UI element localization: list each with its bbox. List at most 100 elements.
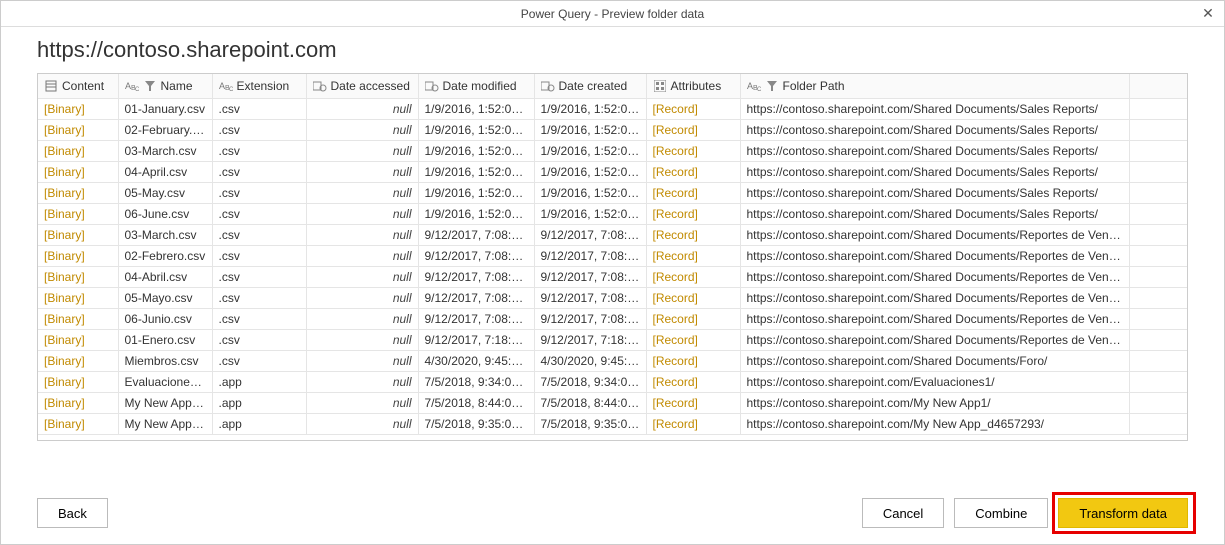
- table-row[interactable]: [Binary]03-March.csv.csvnull9/12/2017, 7…: [38, 224, 1187, 245]
- cell-folder-path: https://contoso.sharepoint.com/Shared Do…: [740, 329, 1129, 350]
- cell-date-modified: 9/12/2017, 7:08:00 AM: [418, 266, 534, 287]
- cell-content[interactable]: [Binary]: [38, 413, 118, 434]
- table-row[interactable]: [Binary]02-Febrero.csv.csvnull9/12/2017,…: [38, 245, 1187, 266]
- cell-attributes[interactable]: [Record]: [646, 119, 740, 140]
- cell-date-created: 1/9/2016, 1:52:00 PM: [534, 119, 646, 140]
- datetime-icon: [313, 79, 327, 93]
- table-row[interactable]: [Binary]05-May.csv.csvnull1/9/2016, 1:52…: [38, 182, 1187, 203]
- cell-spacer: [1129, 98, 1187, 119]
- cell-attributes[interactable]: [Record]: [646, 245, 740, 266]
- cell-date-created: 9/12/2017, 7:08:00 A…: [534, 245, 646, 266]
- cell-attributes[interactable]: [Record]: [646, 392, 740, 413]
- cell-attributes[interactable]: [Record]: [646, 203, 740, 224]
- combine-button[interactable]: Combine: [954, 498, 1048, 528]
- cell-name: 02-February.csv: [118, 119, 212, 140]
- table-row[interactable]: [Binary]04-Abril.csv.csvnull9/12/2017, 7…: [38, 266, 1187, 287]
- close-icon[interactable]: ✕: [1200, 5, 1216, 22]
- cell-content[interactable]: [Binary]: [38, 308, 118, 329]
- cell-attributes[interactable]: [Record]: [646, 182, 740, 203]
- table-row[interactable]: [Binary]01-Enero.csv.csvnull9/12/2017, 7…: [38, 329, 1187, 350]
- cell-name: 04-April.csv: [118, 161, 212, 182]
- cell-date-accessed: null: [306, 392, 418, 413]
- cell-content[interactable]: [Binary]: [38, 266, 118, 287]
- cell-folder-path: https://contoso.sharepoint.com/Shared Do…: [740, 140, 1129, 161]
- cell-attributes[interactable]: [Record]: [646, 371, 740, 392]
- col-name[interactable]: ABCName: [118, 74, 212, 98]
- table-header-row: Content ABCName ABCExtension Date access…: [38, 74, 1187, 98]
- footer: Back Cancel Combine Transform data: [37, 498, 1188, 528]
- cell-content[interactable]: [Binary]: [38, 224, 118, 245]
- datetime-icon: [425, 79, 439, 93]
- cell-content[interactable]: [Binary]: [38, 287, 118, 308]
- cell-content[interactable]: [Binary]: [38, 98, 118, 119]
- cell-attributes[interactable]: [Record]: [646, 140, 740, 161]
- cell-attributes[interactable]: [Record]: [646, 161, 740, 182]
- table-row[interactable]: [Binary]My New App.app.appnull7/5/2018, …: [38, 413, 1187, 434]
- cell-name: Miembros.csv: [118, 350, 212, 371]
- cell-spacer: [1129, 413, 1187, 434]
- cell-content[interactable]: [Binary]: [38, 119, 118, 140]
- cell-name: 06-Junio.csv: [118, 308, 212, 329]
- cell-attributes[interactable]: [Record]: [646, 329, 740, 350]
- svg-text:C: C: [135, 87, 139, 92]
- table-row[interactable]: [Binary]Evaluaciones.app.appnull7/5/2018…: [38, 371, 1187, 392]
- cell-attributes[interactable]: [Record]: [646, 266, 740, 287]
- cell-spacer: [1129, 182, 1187, 203]
- col-folder-path[interactable]: ABCFolder Path: [740, 74, 1129, 98]
- cell-extension: .csv: [212, 98, 306, 119]
- back-button[interactable]: Back: [37, 498, 108, 528]
- datetime-icon: [541, 79, 555, 93]
- col-content[interactable]: Content: [38, 74, 118, 98]
- cell-attributes[interactable]: [Record]: [646, 413, 740, 434]
- table-row[interactable]: [Binary]06-June.csv.csvnull1/9/2016, 1:5…: [38, 203, 1187, 224]
- cell-spacer: [1129, 308, 1187, 329]
- cell-content[interactable]: [Binary]: [38, 329, 118, 350]
- table-row[interactable]: [Binary]Miembros.csv.csvnull4/30/2020, 9…: [38, 350, 1187, 371]
- table-row[interactable]: [Binary]03-March.csv.csvnull1/9/2016, 1:…: [38, 140, 1187, 161]
- cell-content[interactable]: [Binary]: [38, 245, 118, 266]
- table-row[interactable]: [Binary]02-February.csv.csvnull1/9/2016,…: [38, 119, 1187, 140]
- title-bar: Power Query - Preview folder data ✕: [1, 1, 1224, 27]
- cell-spacer: [1129, 350, 1187, 371]
- table-row[interactable]: [Binary]04-April.csv.csvnull1/9/2016, 1:…: [38, 161, 1187, 182]
- cell-attributes[interactable]: [Record]: [646, 308, 740, 329]
- binary-icon: [44, 79, 58, 93]
- table-row[interactable]: [Binary]05-Mayo.csv.csvnull9/12/2017, 7:…: [38, 287, 1187, 308]
- cell-spacer: [1129, 371, 1187, 392]
- table-row[interactable]: [Binary]06-Junio.csv.csvnull9/12/2017, 7…: [38, 308, 1187, 329]
- cell-date-modified: 1/9/2016, 1:52:00 PM: [418, 161, 534, 182]
- cell-attributes[interactable]: [Record]: [646, 98, 740, 119]
- cancel-button[interactable]: Cancel: [862, 498, 944, 528]
- cell-date-accessed: null: [306, 371, 418, 392]
- cell-date-modified: 7/5/2018, 9:35:00 AM: [418, 413, 534, 434]
- table-row[interactable]: [Binary]My New App.app.appnull7/5/2018, …: [38, 392, 1187, 413]
- cell-spacer: [1129, 224, 1187, 245]
- cell-date-created: 9/12/2017, 7:08:00 A…: [534, 224, 646, 245]
- cell-content[interactable]: [Binary]: [38, 182, 118, 203]
- cell-content[interactable]: [Binary]: [38, 371, 118, 392]
- col-date-modified[interactable]: Date modified: [418, 74, 534, 98]
- col-date-accessed[interactable]: Date accessed: [306, 74, 418, 98]
- cell-content[interactable]: [Binary]: [38, 161, 118, 182]
- cell-folder-path: https://contoso.sharepoint.com/Evaluacio…: [740, 371, 1129, 392]
- col-attributes[interactable]: Attributes: [646, 74, 740, 98]
- cell-spacer: [1129, 161, 1187, 182]
- cell-name: 05-Mayo.csv: [118, 287, 212, 308]
- cell-extension: .csv: [212, 161, 306, 182]
- cell-attributes[interactable]: [Record]: [646, 224, 740, 245]
- cell-attributes[interactable]: [Record]: [646, 287, 740, 308]
- col-extension[interactable]: ABCExtension: [212, 74, 306, 98]
- cell-date-accessed: null: [306, 329, 418, 350]
- table-row[interactable]: [Binary]01-January.csv.csvnull1/9/2016, …: [38, 98, 1187, 119]
- cell-date-created: 7/5/2018, 9:34:00 AM: [534, 371, 646, 392]
- transform-data-button[interactable]: Transform data: [1058, 498, 1188, 528]
- cell-content[interactable]: [Binary]: [38, 350, 118, 371]
- col-date-created[interactable]: Date created: [534, 74, 646, 98]
- cell-date-modified: 1/9/2016, 1:52:00 PM: [418, 140, 534, 161]
- cell-date-accessed: null: [306, 182, 418, 203]
- cell-content[interactable]: [Binary]: [38, 392, 118, 413]
- cell-content[interactable]: [Binary]: [38, 203, 118, 224]
- cell-content[interactable]: [Binary]: [38, 140, 118, 161]
- cell-attributes[interactable]: [Record]: [646, 350, 740, 371]
- cell-name: 01-Enero.csv: [118, 329, 212, 350]
